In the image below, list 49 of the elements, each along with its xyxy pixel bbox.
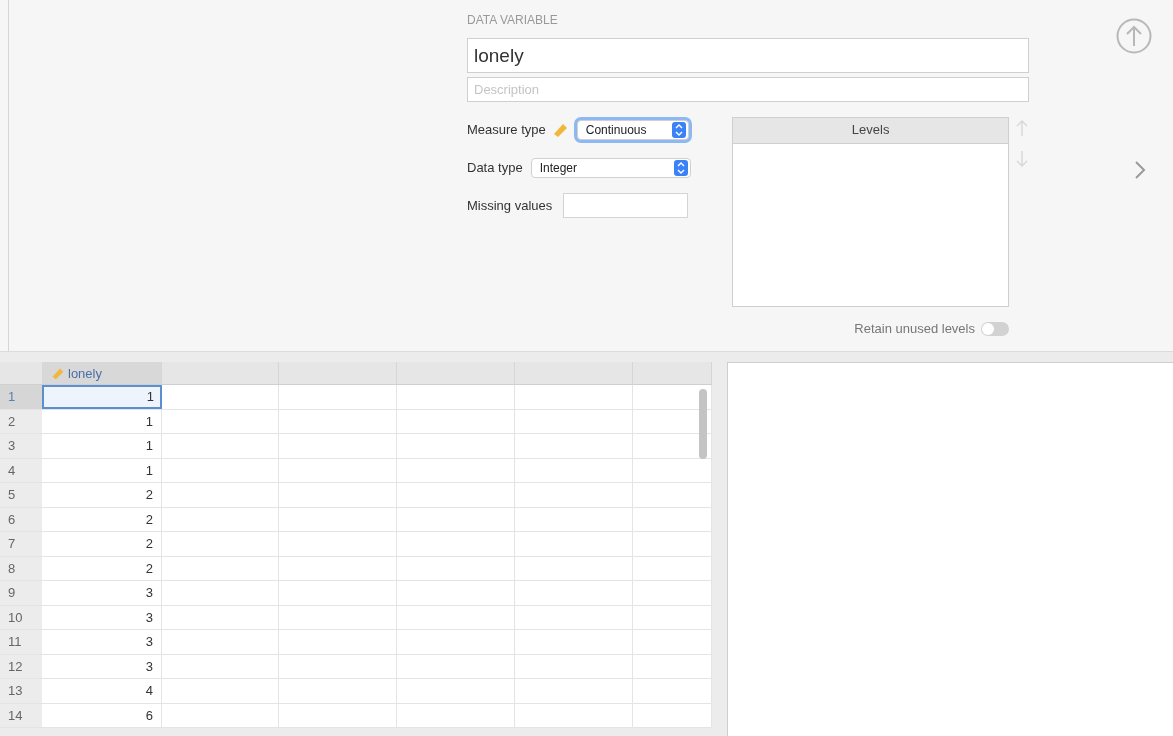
description-field[interactable]: Description xyxy=(467,77,1029,102)
collapse-up-icon[interactable] xyxy=(1116,18,1152,54)
table-cell[interactable]: 3 xyxy=(42,654,162,678)
row-number: 7 xyxy=(0,532,42,556)
row-number: 9 xyxy=(0,581,42,605)
measure-type-label: Measure type xyxy=(467,122,546,137)
missing-values-label: Missing values xyxy=(467,198,553,213)
chevron-right-icon[interactable] xyxy=(1134,160,1146,180)
measure-type-dropdown[interactable]: Continuous xyxy=(576,119,689,140)
table-cell[interactable]: 3 xyxy=(42,630,162,654)
row-number: 1 xyxy=(0,385,42,409)
table-cell[interactable]: 2 xyxy=(42,556,162,580)
table-cell[interactable]: 1 xyxy=(42,409,162,433)
data-type-dropdown[interactable]: Integer xyxy=(530,157,691,178)
row-number: 12 xyxy=(0,654,42,678)
row-number: 4 xyxy=(0,458,42,482)
retain-unused-levels-toggle[interactable] xyxy=(981,321,1009,336)
stepper-icon xyxy=(671,121,686,138)
row-number: 8 xyxy=(0,556,42,580)
table-cell[interactable]: 2 xyxy=(42,483,162,507)
table-cell[interactable]: 1 xyxy=(42,434,162,458)
row-number: 3 xyxy=(0,434,42,458)
table-cell[interactable]: 6 xyxy=(42,703,162,727)
move-up-icon[interactable] xyxy=(1015,119,1029,137)
levels-header: Levels xyxy=(733,118,1008,144)
column-header[interactable]: lonely xyxy=(42,362,162,384)
variable-name-field[interactable]: lonely xyxy=(467,38,1029,73)
table-cell[interactable]: 2 xyxy=(42,532,162,556)
row-number: 10 xyxy=(0,605,42,629)
table-cell[interactable]: 2 xyxy=(42,507,162,531)
row-number: 5 xyxy=(0,483,42,507)
table-cell[interactable]: 1 xyxy=(42,458,162,482)
data-type-label: Data type xyxy=(467,160,523,175)
scrollbar-thumb[interactable] xyxy=(699,389,707,459)
row-number: 11 xyxy=(0,630,42,654)
row-number: 14 xyxy=(0,703,42,727)
move-down-icon[interactable] xyxy=(1015,150,1029,168)
retain-unused-levels-label: Retain unused levels xyxy=(854,321,975,336)
table-cell[interactable]: 1 xyxy=(42,385,162,409)
stepper-icon xyxy=(673,159,688,176)
row-number: 2 xyxy=(0,409,42,433)
column-name: lonely xyxy=(68,365,102,381)
missing-values-field[interactable] xyxy=(563,193,689,218)
table-cell[interactable]: 3 xyxy=(42,581,162,605)
row-number: 6 xyxy=(0,507,42,531)
section-heading: DATA VARIABLE xyxy=(467,13,559,29)
row-number: 13 xyxy=(0,679,42,703)
table-cell[interactable]: 3 xyxy=(42,605,162,629)
table-cell[interactable]: 4 xyxy=(42,679,162,703)
